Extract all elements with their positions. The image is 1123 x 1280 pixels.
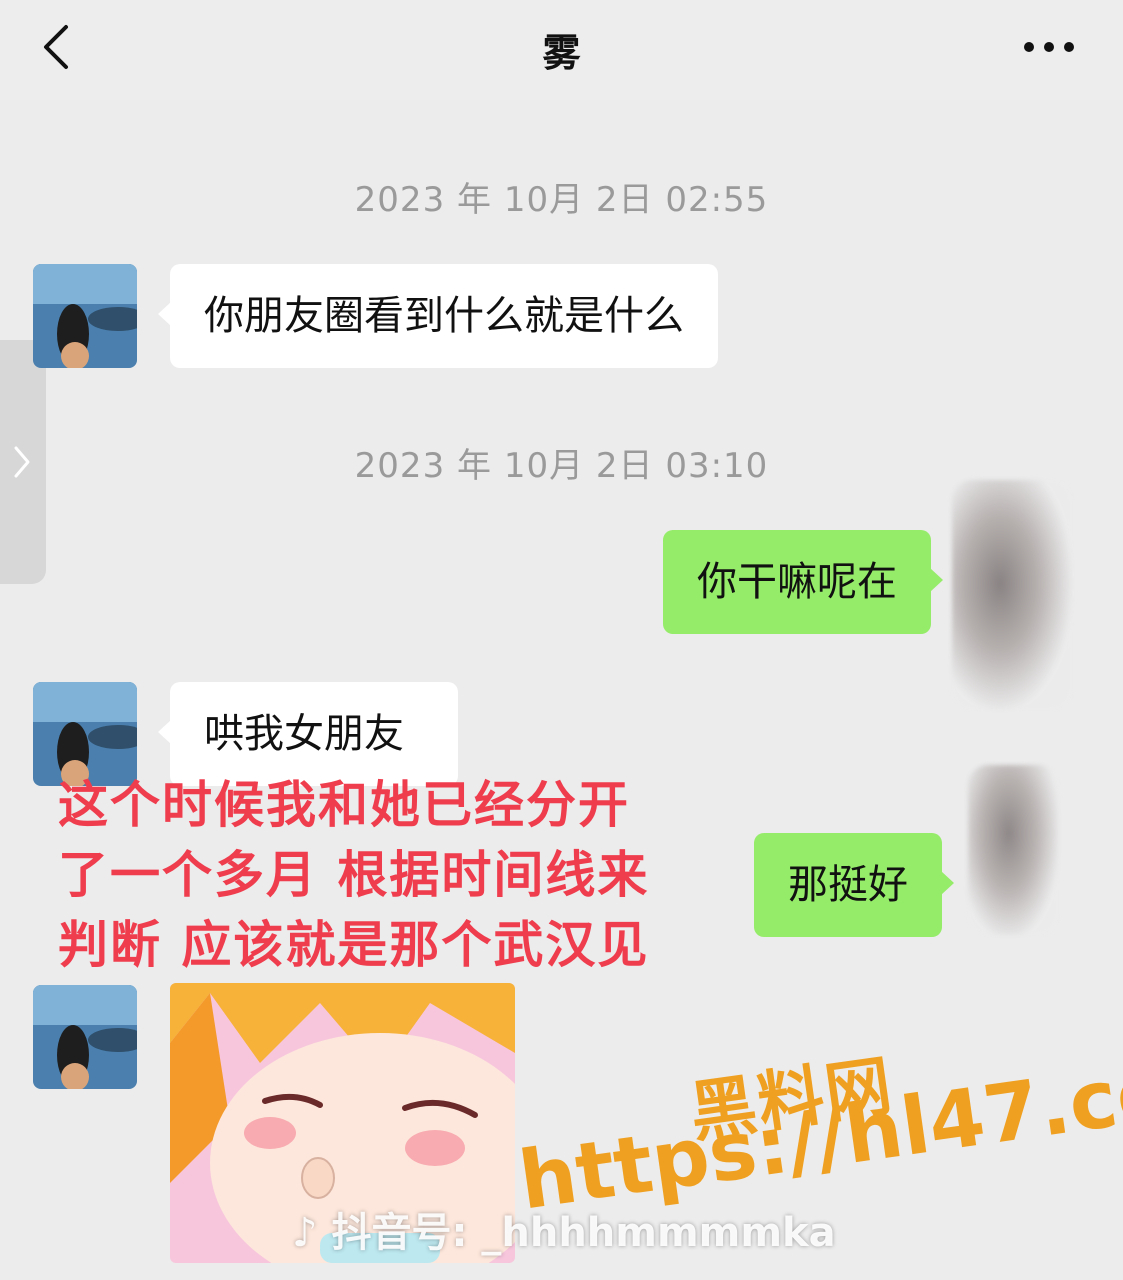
message-timestamp: 2023 年 10月 2日 02:55 <box>354 180 769 220</box>
contact-avatar[interactable] <box>33 264 137 368</box>
message-timestamp: 2023 年 10月 2日 03:10 <box>354 446 769 486</box>
annotation-line: 了一个多月 根据时间线来 <box>58 846 650 904</box>
contact-avatar[interactable] <box>33 985 137 1089</box>
chat-title: 雾 <box>542 31 581 75</box>
annotation-line: 这个时候我和她已经分开 <box>58 776 630 834</box>
incoming-message-bubble[interactable]: 你朋友圈看到什么就是什么 <box>158 264 718 368</box>
chat-header: 雾 <box>0 0 1123 100</box>
user-avatar-redacted <box>968 765 1058 935</box>
more-options-icon[interactable] <box>1019 30 1079 64</box>
user-avatar-redacted <box>952 480 1072 710</box>
annotation-line: 判断 应该就是那个武汉见 <box>58 916 650 974</box>
outgoing-message-bubble[interactable]: 你干嘛呢在 <box>663 530 943 634</box>
outgoing-message-bubble[interactable]: 那挺好 <box>754 833 954 937</box>
